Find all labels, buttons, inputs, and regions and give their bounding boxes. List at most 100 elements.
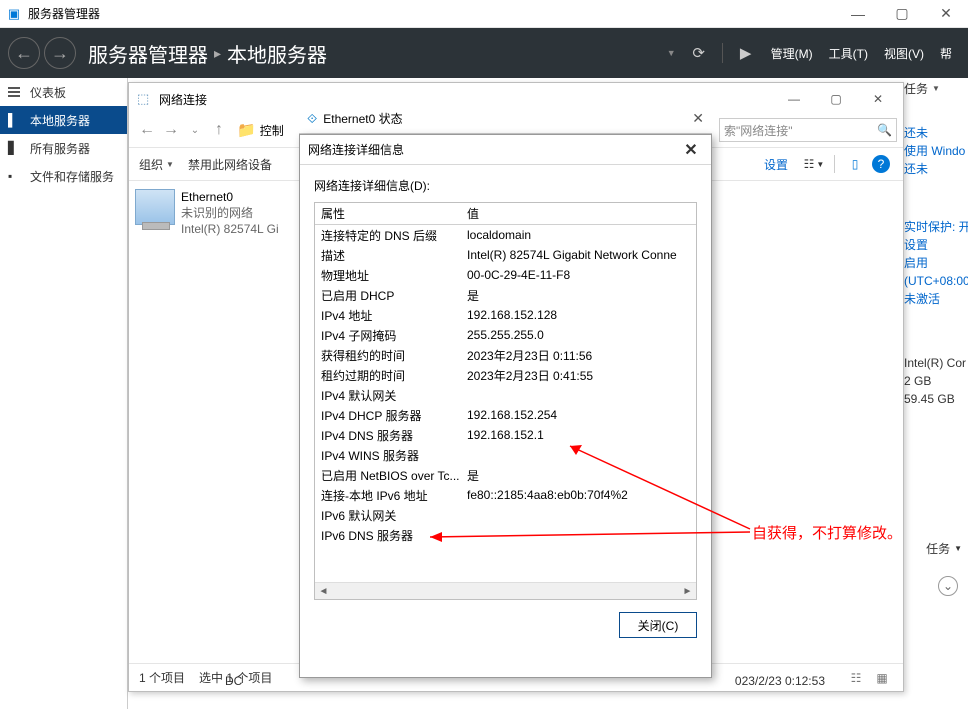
- property-value: 00-0C-29-4E-11-F8: [463, 268, 696, 282]
- network-icon: ⬚: [137, 91, 153, 107]
- property-row[interactable]: IPv6 DNS 服务器: [315, 525, 696, 545]
- property-name: IPv4 DNS 服务器: [315, 427, 463, 444]
- nav-history-button[interactable]: ⌄: [183, 118, 207, 142]
- property-row[interactable]: 已启用 NetBIOS over Tc...是: [315, 465, 696, 485]
- toolbar-organize[interactable]: 组织▼: [139, 156, 174, 173]
- info-line: 实时保护: 开: [904, 218, 968, 236]
- menu-view[interactable]: 视图(V): [884, 45, 924, 62]
- maximize-button[interactable]: ▢: [880, 0, 924, 28]
- explorer-minimize-button[interactable]: —: [773, 85, 815, 113]
- property-row[interactable]: 租约过期的时间2023年2月23日 0:41:55: [315, 365, 696, 385]
- folder-icon: 📁: [237, 121, 256, 139]
- toolbar-disable[interactable]: 禁用此网络设备: [188, 156, 272, 173]
- details-label: 网络连接详细信息(D):: [314, 177, 697, 194]
- property-row[interactable]: IPv4 默认网关: [315, 385, 696, 405]
- property-row[interactable]: IPv4 DNS 服务器192.168.152.1: [315, 425, 696, 445]
- details-close-button[interactable]: ✕: [679, 140, 703, 160]
- property-name: IPv4 默认网关: [315, 387, 463, 404]
- adapter-icon: [135, 189, 175, 225]
- tasks-dropdown[interactable]: 任务▼: [904, 80, 968, 98]
- item-count: 1 个项目: [139, 669, 185, 686]
- scroll-right-button[interactable]: ►: [679, 583, 696, 600]
- breadcrumb-dropdown[interactable]: ▼: [667, 48, 676, 58]
- sidebar: 仪表板 ▌ 本地服务器 ▋ 所有服务器 ▪ 文件和存储服务: [0, 78, 128, 709]
- property-row[interactable]: 描述Intel(R) 82574L Gigabit Network Conne: [315, 245, 696, 265]
- property-name: IPv4 DHCP 服务器: [315, 407, 463, 424]
- col-value: 值: [463, 205, 696, 222]
- breadcrumb-root[interactable]: 服务器管理器: [88, 39, 208, 68]
- view-details-button[interactable]: ☷: [845, 668, 867, 688]
- search-icon: 🔍: [877, 123, 892, 137]
- breadcrumb-separator: ▸: [214, 45, 221, 62]
- forward-button[interactable]: →: [44, 37, 76, 69]
- close-button[interactable]: ✕: [924, 0, 968, 28]
- preview-pane-icon[interactable]: ▯: [844, 153, 866, 175]
- property-name: IPv6 默认网关: [315, 507, 463, 524]
- property-row[interactable]: 物理地址00-0C-29-4E-11-F8: [315, 265, 696, 285]
- property-value: 192.168.152.128: [463, 308, 696, 322]
- toolbar-settings[interactable]: 设置: [764, 156, 788, 173]
- property-row[interactable]: 连接-本地 IPv6 地址fe80::2185:4aa8:eb0b:70f4%2: [315, 485, 696, 505]
- property-name: 描述: [315, 247, 463, 264]
- property-name: 连接特定的 DNS 后缀: [315, 227, 463, 244]
- search-box[interactable]: 索"网络连接" 🔍: [719, 118, 897, 142]
- info-line: 使用 Windo: [904, 142, 968, 160]
- view-options-icon[interactable]: ☷▼: [803, 153, 825, 175]
- info-line: 还未: [904, 160, 968, 178]
- menu-tools[interactable]: 工具(T): [829, 45, 868, 62]
- property-row[interactable]: IPv4 子网掩码255.255.255.0: [315, 325, 696, 345]
- property-row[interactable]: 获得租约的时间2023年2月23日 0:11:56: [315, 345, 696, 365]
- status-dialog-title: Ethernet0 状态: [323, 110, 402, 127]
- main-window-title: 服务器管理器: [28, 5, 100, 22]
- property-row[interactable]: IPv4 DHCP 服务器192.168.152.254: [315, 405, 696, 425]
- notifications-icon[interactable]: ▶: [732, 39, 760, 67]
- info-line: 启用: [904, 254, 968, 272]
- help-icon[interactable]: ?: [872, 155, 890, 173]
- ethernet-icon: ⟐: [307, 111, 317, 127]
- property-row[interactable]: IPv4 WINS 服务器: [315, 445, 696, 465]
- property-row[interactable]: 已启用 DHCP是: [315, 285, 696, 305]
- nav-up-button[interactable]: ↑: [207, 118, 231, 142]
- address-bar[interactable]: 📁 控制: [237, 121, 284, 139]
- status-close-button[interactable]: ✕: [692, 110, 704, 127]
- menu-manage[interactable]: 管理(M): [771, 45, 813, 62]
- back-button[interactable]: ←: [8, 37, 40, 69]
- sidebar-item-dashboard[interactable]: 仪表板: [0, 78, 127, 106]
- nav-forward-button[interactable]: →: [159, 118, 183, 142]
- explorer-close-button[interactable]: ✕: [857, 85, 899, 113]
- menu-help[interactable]: 帮: [940, 45, 952, 62]
- breadcrumb-current[interactable]: 本地服务器: [227, 39, 327, 68]
- scroll-left-button[interactable]: ◄: [315, 583, 332, 600]
- minimize-button[interactable]: —: [836, 0, 880, 28]
- view-icons-button[interactable]: ▦: [871, 668, 893, 688]
- sidebar-item-label: 仪表板: [30, 84, 66, 101]
- main-window-titlebar: ▣ 服务器管理器 — ▢ ✕: [0, 0, 968, 28]
- sidebar-item-local-server[interactable]: ▌ 本地服务器: [0, 106, 127, 134]
- info-line: 还未: [904, 124, 968, 142]
- horizontal-scrollbar[interactable]: ◄ ►: [315, 582, 696, 599]
- tasks-dropdown-lower[interactable]: 任务▼: [926, 540, 962, 557]
- property-name: IPv4 WINS 服务器: [315, 447, 463, 464]
- property-value: 2023年2月23日 0:11:56: [463, 347, 696, 364]
- close-dialog-button[interactable]: 关闭(C): [619, 612, 697, 638]
- refresh-icon[interactable]: ⟳: [685, 39, 713, 67]
- property-value: 192.168.152.1: [463, 428, 696, 442]
- explorer-maximize-button[interactable]: ▢: [815, 85, 857, 113]
- sidebar-item-file-storage[interactable]: ▪ 文件和存储服务: [0, 162, 127, 190]
- property-value: Intel(R) 82574L Gigabit Network Conne: [463, 248, 696, 262]
- expand-button[interactable]: ⌄: [938, 576, 958, 596]
- sidebar-item-all-servers[interactable]: ▋ 所有服务器: [0, 134, 127, 162]
- property-row[interactable]: IPv6 默认网关: [315, 505, 696, 525]
- property-row[interactable]: 连接特定的 DNS 后缀localdomain: [315, 225, 696, 245]
- nav-back-button[interactable]: ←: [135, 118, 159, 142]
- col-property: 属性: [315, 205, 463, 222]
- property-row[interactable]: IPv4 地址192.168.152.128: [315, 305, 696, 325]
- adapter-device: Intel(R) 82574L Gi: [181, 221, 279, 237]
- property-value: fe80::2185:4aa8:eb0b:70f4%2: [463, 488, 696, 502]
- adapter-name: Ethernet0: [181, 189, 279, 205]
- details-titlebar: 网络连接详细信息 ✕: [300, 135, 711, 165]
- property-name: 已启用 DHCP: [315, 287, 463, 304]
- property-value: 192.168.152.254: [463, 408, 696, 422]
- sidebar-item-label: 文件和存储服务: [30, 168, 114, 185]
- network-adapter-item[interactable]: Ethernet0 未识别的网络 Intel(R) 82574L Gi: [135, 189, 293, 237]
